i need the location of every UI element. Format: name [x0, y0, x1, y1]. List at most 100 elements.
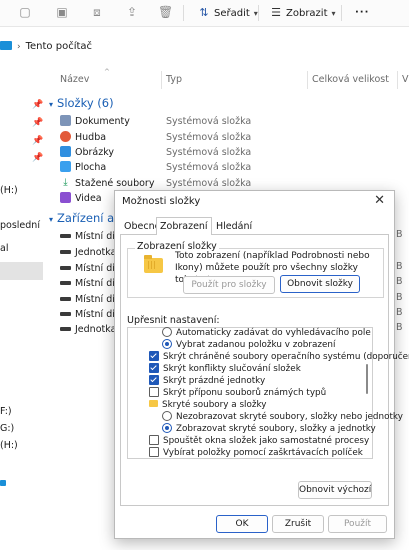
checkbox-option[interactable]: Skrýt příponu souborů známých typů [149, 386, 326, 399]
drive-icon [60, 233, 71, 238]
column-divider[interactable] [161, 71, 162, 89]
advanced-settings-label: Upřesnit nastavení: [127, 315, 220, 326]
apply-to-folders-button[interactable]: Použít pro složky [183, 276, 275, 294]
rename-icon[interactable]: ⧈ [90, 5, 104, 19]
paste-icon[interactable]: ▣ [55, 5, 69, 19]
column-header-total-size[interactable]: Celková velikost [312, 74, 389, 85]
folder-view-icon [144, 255, 163, 273]
item-type: Systémová složka [166, 162, 252, 173]
item-name: Obrázky [75, 147, 115, 158]
videos-icon [60, 192, 71, 203]
desktop-icon [60, 161, 71, 172]
sidebar-item[interactable]: F:) [0, 405, 12, 419]
view-icon: ☰ [271, 6, 281, 19]
checkbox-option[interactable]: Spouštět okna složek jako samostatné pro… [149, 434, 369, 447]
sidebar-item[interactable]: (H:) [0, 184, 18, 198]
close-icon[interactable]: ✕ [374, 193, 385, 208]
sidebar-item[interactable]: poslední [0, 219, 40, 233]
checkbox-option[interactable]: Skrýt prázdné jednotky [149, 374, 266, 387]
radio-option[interactable]: Vybrat zadanou položku v zobrazení [162, 338, 335, 351]
tab-general[interactable]: Obecné [124, 220, 160, 234]
checkbox[interactable] [149, 446, 159, 457]
tab-search[interactable]: Hledání [216, 220, 252, 234]
list-scrollbar[interactable] [364, 328, 370, 456]
column-divider[interactable] [307, 71, 308, 89]
sort-icon: ⇅ [199, 6, 209, 19]
cancel-button[interactable]: Zrušit [272, 515, 324, 533]
radio-button[interactable] [162, 338, 172, 349]
checkbox-option[interactable]: Skrýt chráněné soubory operačního systém… [149, 350, 409, 363]
column-header-type[interactable]: Typ [166, 74, 182, 85]
radio-option[interactable]: Automaticky zadávat do vyhledávacího pol… [162, 326, 371, 339]
sidebar-item[interactable]: (H:) [0, 439, 18, 453]
checkbox[interactable] [149, 350, 159, 361]
copy-icon[interactable]: ▢ [18, 5, 32, 19]
group-title: Zařízení a j [57, 211, 122, 225]
view-button[interactable]: ☰ Zobrazit ▾ [269, 5, 335, 21]
chevron-right-icon: › [17, 42, 21, 52]
list-item[interactable]: Dokumenty [60, 114, 130, 129]
network-icon [0, 480, 6, 486]
more-options-button[interactable]: ··· [355, 5, 369, 21]
device-size-fragment: B [396, 292, 403, 303]
group-header-devices[interactable]: ▾ Zařízení a j [49, 211, 121, 225]
documents-icon [60, 115, 71, 126]
list-item[interactable]: Obrázky [60, 145, 114, 160]
sort-label: Seřadit [214, 8, 250, 19]
column-divider[interactable] [397, 71, 398, 89]
device-size-fragment: B [396, 322, 403, 333]
checkbox-option[interactable]: Skrýt konflikty slučování složek [149, 362, 301, 375]
drive-icon [60, 249, 71, 254]
toolbar-divider [341, 5, 342, 21]
dialog-title: Možnosti složky [122, 196, 201, 207]
device-size-fragment: B [396, 229, 403, 240]
drive-icon [60, 280, 71, 285]
tab-view[interactable]: Zobrazení [156, 217, 212, 235]
checkbox[interactable] [149, 434, 159, 445]
list-item[interactable]: Hudba [60, 130, 106, 145]
sort-button[interactable]: ⇅ Seřadit ▾ [197, 5, 257, 21]
reset-folders-button[interactable]: Obnovit složky [280, 275, 360, 293]
option-label: Skrýt prázdné jednotky [163, 376, 266, 386]
drive-icon [60, 265, 71, 270]
list-item[interactable]: Videa [60, 191, 102, 206]
sidebar-item-selected[interactable] [0, 262, 43, 280]
breadcrumb[interactable]: › Tento počítač [0, 38, 92, 56]
drive-icon [60, 296, 71, 301]
toolbar-divider [183, 5, 184, 21]
checkbox[interactable] [149, 362, 159, 373]
radio-option[interactable]: Zobrazovat skryté soubory, složky a jedn… [162, 422, 376, 435]
checkbox-option[interactable]: Vybírat položky pomocí zaškrtávacích pol… [149, 446, 363, 459]
toolbar-divider [258, 5, 259, 21]
folder-category: Skryté soubory a složky [149, 399, 266, 411]
radio-button[interactable] [162, 422, 172, 433]
apply-button[interactable]: Použít [328, 515, 387, 533]
restore-defaults-button[interactable]: Obnovit výchozí [298, 481, 372, 499]
item-type: Systémová složka [166, 178, 252, 189]
delete-icon[interactable]: 🗑 [158, 5, 173, 19]
radio-button[interactable] [162, 326, 172, 337]
checkbox[interactable] [149, 374, 159, 385]
checkbox[interactable] [149, 386, 159, 397]
pictures-icon [60, 146, 71, 157]
item-type: Systémová složka [166, 116, 252, 127]
ok-button[interactable]: OK [216, 515, 268, 533]
device-size-fragment: B [396, 276, 403, 287]
option-label: Automaticky zadávat do vyhledávacího pol… [176, 328, 371, 338]
list-item[interactable]: ⤓ Stažené soubory [60, 176, 154, 191]
item-name: Dokumenty [75, 116, 130, 127]
share-icon[interactable]: ⇪ [125, 5, 139, 19]
column-header-free[interactable]: V [402, 74, 409, 85]
group-title: Složky (6) [57, 96, 114, 110]
sidebar-item[interactable]: al [0, 242, 8, 256]
sidebar-item[interactable]: G:) [0, 422, 14, 436]
pin-icon: 📌 [32, 118, 44, 128]
chevron-down-icon: ▾ [49, 100, 54, 109]
toolbar: ▢ ▣ ⧈ ⇪ 🗑 ⇅ Seřadit ▾ ☰ Zobrazit ▾ ··· [0, 0, 409, 27]
column-header-name[interactable]: Název [60, 74, 89, 85]
list-item[interactable]: Plocha [60, 160, 106, 175]
sort-indicator-icon: ^ [104, 68, 110, 76]
scrollbar-thumb[interactable] [366, 364, 368, 394]
radio-button[interactable] [162, 410, 172, 421]
group-header-folders[interactable]: ▾ Složky (6) [49, 96, 114, 110]
